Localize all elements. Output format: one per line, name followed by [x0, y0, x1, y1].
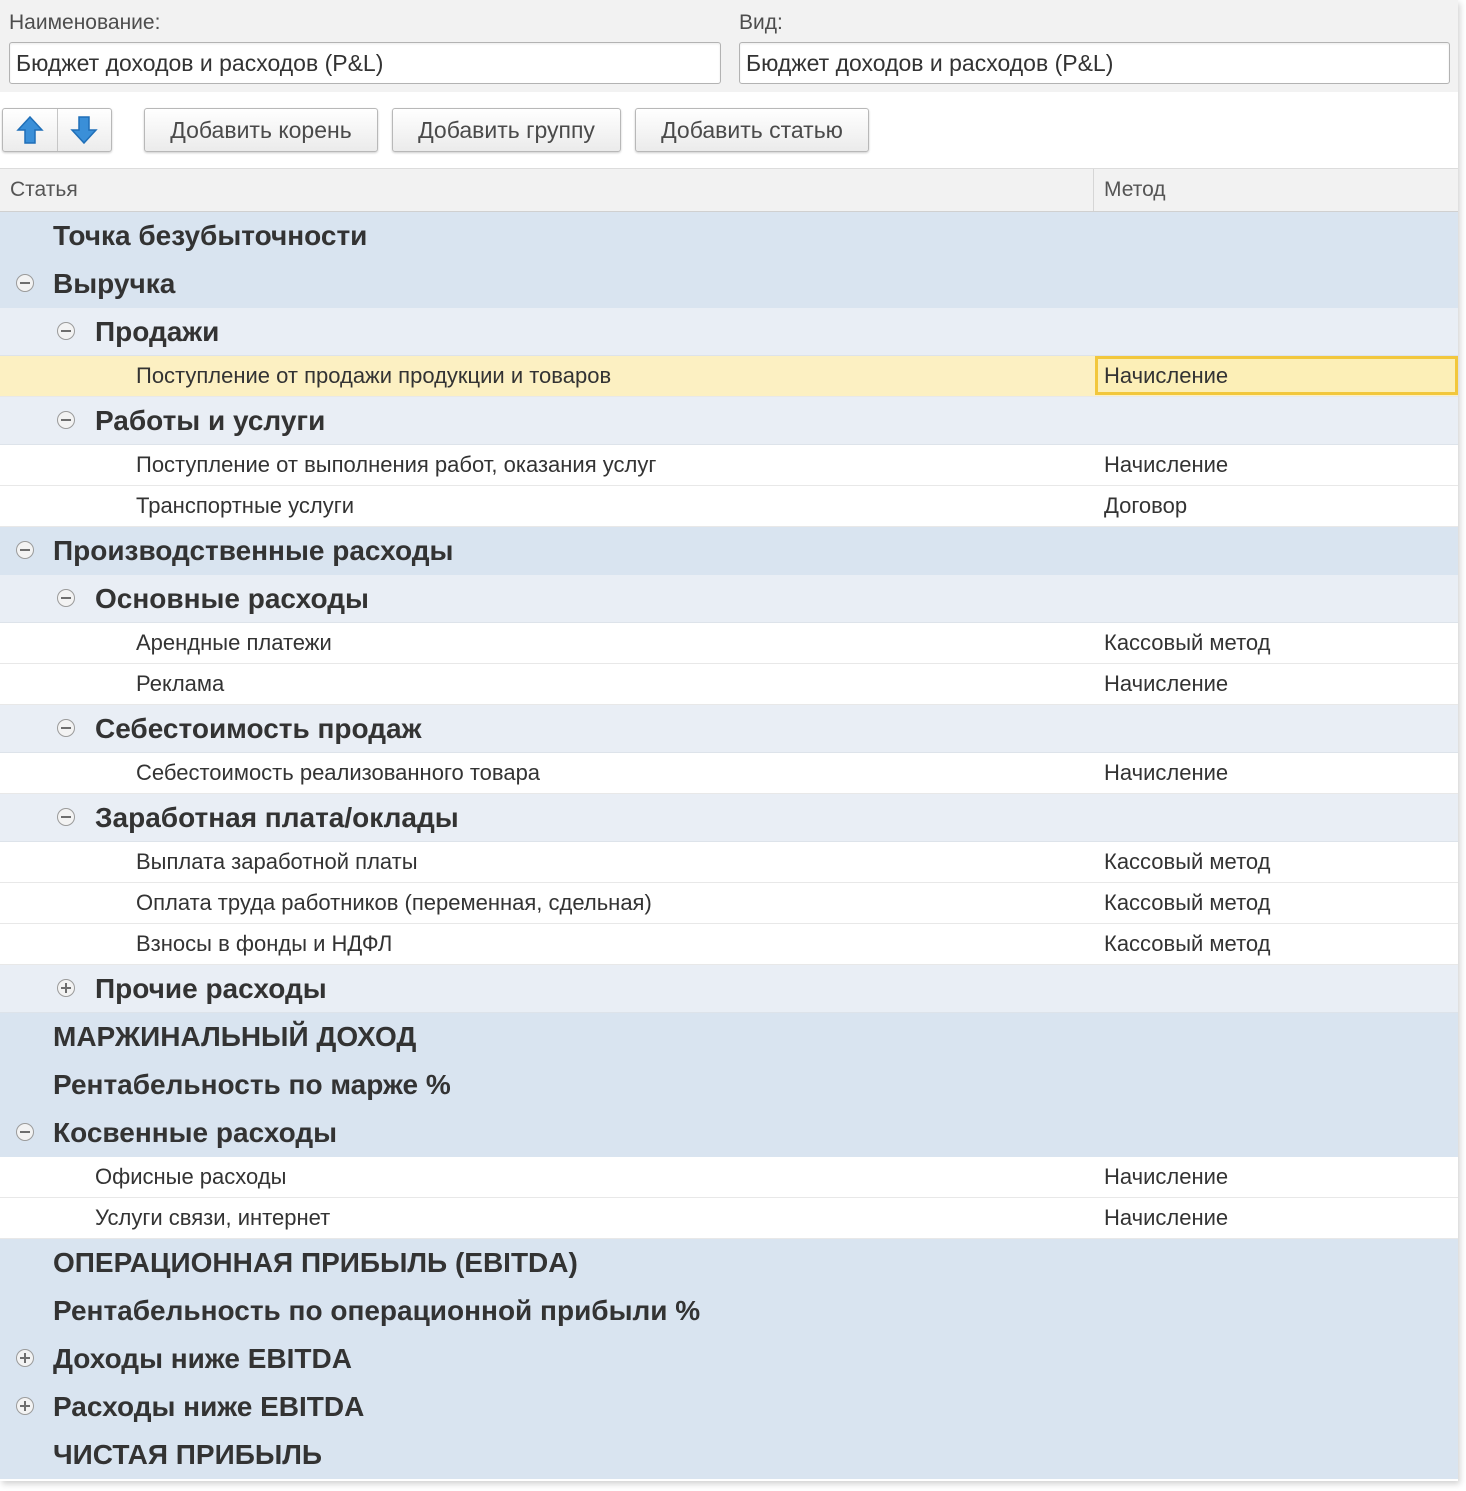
group-label: Доходы ниже EBITDA	[53, 1343, 352, 1374]
group-label: Рентабельность по операционной прибыли %	[53, 1295, 701, 1326]
table-row-group[interactable]: Продажи	[0, 308, 1458, 356]
item-label: Себестоимость реализованного товара	[136, 760, 541, 785]
table-row-group[interactable]: Точка безубыточности	[0, 212, 1458, 260]
method-cell[interactable]: Начисление	[1095, 356, 1458, 395]
method-cell[interactable]: Кассовый метод	[1104, 883, 1270, 923]
item-label: Выплата заработной платы	[136, 849, 418, 874]
kind-input[interactable]: Бюджет доходов и расходов (P&L)	[739, 42, 1450, 84]
group-label: ЧИСТАЯ ПРИБЫЛЬ	[53, 1439, 323, 1470]
table-row-group[interactable]: Производственные расходы	[0, 527, 1458, 575]
form-header: Наименование: Бюджет доходов и расходов …	[0, 0, 1458, 92]
group-label: Расходы ниже EBITDA	[53, 1391, 365, 1422]
item-label: Услуги связи, интернет	[95, 1205, 331, 1230]
item-label: Арендные платежи	[136, 630, 332, 655]
move-down-button[interactable]	[56, 109, 112, 151]
group-label: Выручка	[53, 268, 176, 299]
arrow-up-icon	[16, 115, 44, 144]
collapse-icon[interactable]	[16, 274, 34, 292]
item-label: Оплата труда работников (переменная, сде…	[136, 890, 652, 915]
expand-icon[interactable]	[16, 1397, 34, 1415]
collapse-icon[interactable]	[16, 1123, 34, 1141]
column-header-item[interactable]: Статья	[10, 169, 78, 211]
group-label: Косвенные расходы	[53, 1117, 338, 1148]
table-row-group[interactable]: Косвенные расходы	[0, 1109, 1458, 1157]
table-row-group[interactable]: Работы и услуги	[0, 397, 1458, 445]
table-row-item[interactable]: Выплата заработной платы Кассовый метод	[0, 842, 1458, 883]
method-cell[interactable]: Кассовый метод	[1104, 924, 1270, 964]
move-buttons	[2, 108, 112, 152]
group-label: Заработная плата/оклады	[95, 802, 459, 833]
expand-icon[interactable]	[16, 1349, 34, 1367]
add-root-button[interactable]: Добавить корень	[144, 108, 378, 152]
group-label: Прочие расходы	[95, 973, 327, 1004]
table-row-group[interactable]: Рентабельность по операционной прибыли %	[0, 1287, 1458, 1335]
add-group-button[interactable]: Добавить группу	[392, 108, 621, 152]
expand-icon[interactable]	[57, 979, 75, 997]
collapse-icon[interactable]	[57, 411, 75, 429]
collapse-icon[interactable]	[16, 541, 34, 559]
table-row-group[interactable]: Доходы ниже EBITDA	[0, 1335, 1458, 1383]
table-row-group[interactable]: Заработная плата/оклады	[0, 794, 1458, 842]
table-header: Статья Метод	[0, 168, 1458, 212]
method-cell[interactable]: Начисление	[1104, 753, 1228, 793]
group-label: Себестоимость продаж	[95, 713, 422, 744]
table-row-item[interactable]: Офисные расходы Начисление	[0, 1157, 1458, 1198]
column-header-method[interactable]: Метод	[1104, 169, 1166, 211]
group-label: ОПЕРАЦИОННАЯ ПРИБЫЛЬ (EBITDA)	[53, 1247, 578, 1278]
table-row-group[interactable]: ЧИСТАЯ ПРИБЫЛЬ	[0, 1431, 1458, 1479]
group-label: МАРЖИНАЛЬНЫЙ ДОХОД	[53, 1021, 417, 1052]
column-separator	[1093, 169, 1094, 211]
table-row-item[interactable]: Услуги связи, интернет Начисление	[0, 1198, 1458, 1239]
item-label: Поступление от выполнения работ, оказани…	[136, 452, 657, 477]
pl-budget-form: Наименование: Бюджет доходов и расходов …	[0, 0, 1458, 1481]
table-row-group[interactable]: Прочие расходы	[0, 965, 1458, 1013]
method-cell[interactable]: Начисление	[1104, 664, 1228, 704]
arrow-down-icon	[70, 116, 98, 145]
group-label: Работы и услуги	[95, 405, 326, 436]
move-up-button[interactable]	[3, 109, 57, 151]
table-row-item[interactable]: Реклама Начисление	[0, 664, 1458, 705]
table-row-group[interactable]: Основные расходы	[0, 575, 1458, 623]
method-cell[interactable]: Кассовый метод	[1104, 623, 1270, 663]
table-row-item[interactable]: Транспортные услуги Договор	[0, 486, 1458, 527]
table-body: Точка безубыточности Выручка Продажи Поступ…	[0, 212, 1458, 1479]
table-row-item[interactable]: Взносы в фонды и НДФЛ Кассовый метод	[0, 924, 1458, 965]
collapse-icon[interactable]	[57, 808, 75, 826]
budget-items-table: Статья Метод Точка безубыточности Выручка…	[0, 168, 1458, 1479]
method-cell[interactable]: Начисление	[1104, 1198, 1228, 1238]
item-label: Реклама	[136, 671, 225, 696]
group-label: Основные расходы	[95, 583, 369, 614]
collapse-icon[interactable]	[57, 589, 75, 607]
item-label: Поступление от продажи продукции и товар…	[136, 363, 612, 388]
item-label: Офисные расходы	[95, 1164, 287, 1189]
collapse-icon[interactable]	[57, 719, 75, 737]
collapse-icon[interactable]	[57, 322, 75, 340]
group-label: Точка безубыточности	[53, 220, 368, 251]
item-label: Транспортные услуги	[136, 493, 355, 518]
group-label: Рентабельность по марже %	[53, 1069, 451, 1100]
table-row-item[interactable]: Себестоимость реализованного товара Начис…	[0, 753, 1458, 794]
table-row-group[interactable]: ОПЕРАЦИОННАЯ ПРИБЫЛЬ (EBITDA)	[0, 1239, 1458, 1287]
table-row-group[interactable]: Себестоимость продаж	[0, 705, 1458, 753]
name-input[interactable]: Бюджет доходов и расходов (P&L)	[9, 42, 721, 84]
table-row-item[interactable]: Поступление от выполнения работ, оказани…	[0, 445, 1458, 486]
table-row-group[interactable]: Рентабельность по марже %	[0, 1061, 1458, 1109]
item-label: Взносы в фонды и НДФЛ	[136, 931, 393, 956]
name-label: Наименование:	[9, 11, 161, 34]
table-row-item[interactable]: Арендные платежи Кассовый метод	[0, 623, 1458, 664]
table-row-item[interactable]: Поступление от продажи продукции и товар…	[0, 356, 1458, 397]
method-cell[interactable]: Начисление	[1104, 445, 1228, 485]
group-label: Продажи	[95, 316, 220, 347]
group-label: Производственные расходы	[53, 535, 454, 566]
kind-label: Вид:	[739, 11, 783, 34]
table-row-group[interactable]: МАРЖИНАЛЬНЫЙ ДОХОД	[0, 1013, 1458, 1061]
method-cell[interactable]: Кассовый метод	[1104, 842, 1270, 882]
table-row-group[interactable]: Расходы ниже EBITDA	[0, 1383, 1458, 1431]
add-item-button[interactable]: Добавить статью	[635, 108, 869, 152]
table-row-item[interactable]: Оплата труда работников (переменная, сде…	[0, 883, 1458, 924]
method-cell[interactable]: Договор	[1104, 486, 1187, 526]
method-cell[interactable]: Начисление	[1104, 1157, 1228, 1197]
table-row-group[interactable]: Выручка	[0, 260, 1458, 308]
